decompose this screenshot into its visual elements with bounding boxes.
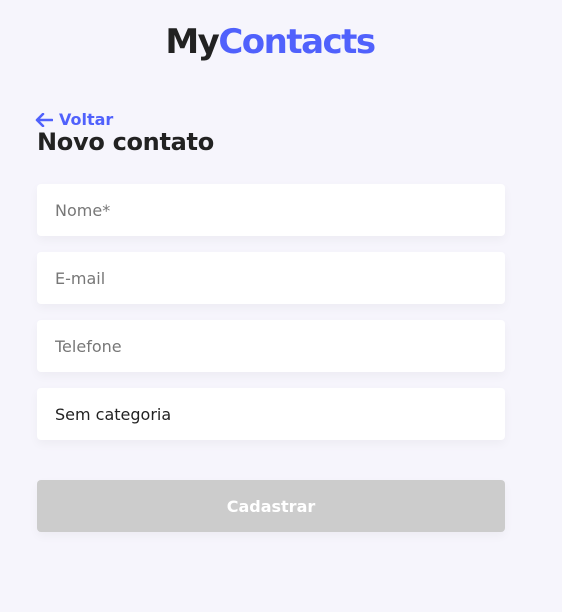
arrow-left-icon [35,112,53,127]
category-select[interactable]: Sem categoria [37,388,505,440]
logo-my: My [165,22,220,62]
back-link[interactable]: Voltar [35,110,113,129]
email-input[interactable] [37,252,505,304]
app-logo: MyContacts [0,22,540,62]
category-select-value: Sem categoria [55,404,172,424]
page-title: Novo contato [37,128,214,156]
submit-button[interactable]: Cadastrar [37,480,505,532]
back-link-label: Voltar [59,110,114,129]
page: MyContacts Voltar Novo contato Sem categ… [0,0,562,612]
phone-input[interactable] [37,320,505,372]
new-contact-form: Sem categoria Cadastrar [37,184,505,532]
name-input[interactable] [37,184,505,236]
logo-contacts: Contacts [218,22,376,62]
